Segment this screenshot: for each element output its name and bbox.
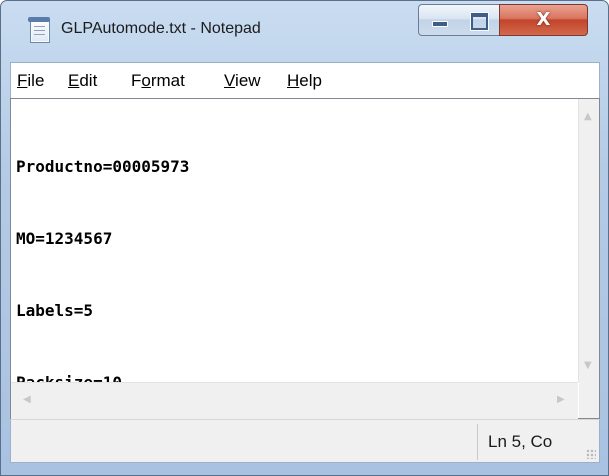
title-bar[interactable]: GLPAutomode.txt - Notepad X — [1, 1, 608, 61]
scroll-up-arrow-icon[interactable]: ▲ — [584, 112, 592, 122]
scrollbar-corner — [579, 382, 599, 418]
scroll-down-arrow-icon[interactable]: ▼ — [584, 361, 592, 371]
notepad-icon[interactable] — [28, 17, 50, 43]
minimize-icon — [432, 21, 448, 27]
menu-help-label: elp — [299, 71, 322, 90]
horizontal-scrollbar[interactable]: ◀ ▶ — [11, 382, 578, 419]
notepad-window: GLPAutomode.txt - Notepad X File Edit Fo… — [0, 0, 609, 476]
menu-format[interactable]: Format — [131, 71, 185, 91]
scroll-right-arrow-icon[interactable]: ▶ — [557, 395, 565, 405]
menu-edit-accel: E — [68, 71, 80, 90]
document-line: Labels=5 — [16, 301, 94, 320]
menu-help[interactable]: Help — [287, 71, 322, 91]
menu-file-label: ile — [27, 71, 45, 90]
scroll-left-arrow-icon[interactable]: ◀ — [23, 395, 31, 405]
menu-view-label: iew — [235, 71, 261, 90]
maximize-button[interactable] — [459, 4, 500, 36]
menu-format-accel: o — [141, 71, 151, 90]
menu-file[interactable]: File — [17, 71, 44, 91]
vertical-scrollbar[interactable]: ▲ ▼ — [578, 99, 599, 382]
menu-help-accel: H — [287, 71, 300, 90]
menu-file-accel: F — [17, 71, 28, 90]
document-text-area[interactable]: Productno=00005973 MO=1234567 Labels=5 P… — [16, 107, 556, 382]
minimize-button[interactable] — [418, 4, 460, 36]
document-line: Packsize=10 — [16, 371, 556, 382]
text-editor: Productno=00005973 MO=1234567 Labels=5 P… — [10, 98, 600, 419]
window-title: GLPAutomode.txt - Notepad — [61, 20, 261, 37]
menu-view-accel: V — [224, 71, 236, 90]
document-line: MO=1234567 — [16, 229, 113, 248]
menu-edit-label: dit — [79, 71, 98, 90]
menu-format-label: rmat — [150, 71, 185, 90]
status-divider — [477, 424, 478, 460]
maximize-icon — [471, 13, 488, 30]
menu-edit[interactable]: Edit — [68, 71, 97, 91]
menu-bar: File Edit Format View Help — [10, 62, 600, 98]
resize-grip-icon[interactable] — [586, 449, 596, 459]
close-button[interactable]: X — [499, 4, 588, 36]
menu-view[interactable]: View — [224, 71, 261, 91]
menu-format-prefix: F — [131, 71, 142, 90]
status-bar: Ln 5, Co — [10, 419, 600, 463]
close-icon: X — [536, 9, 551, 30]
cursor-position: Ln 5, Co — [488, 432, 553, 451]
document-line: Productno=00005973 — [16, 157, 190, 176]
